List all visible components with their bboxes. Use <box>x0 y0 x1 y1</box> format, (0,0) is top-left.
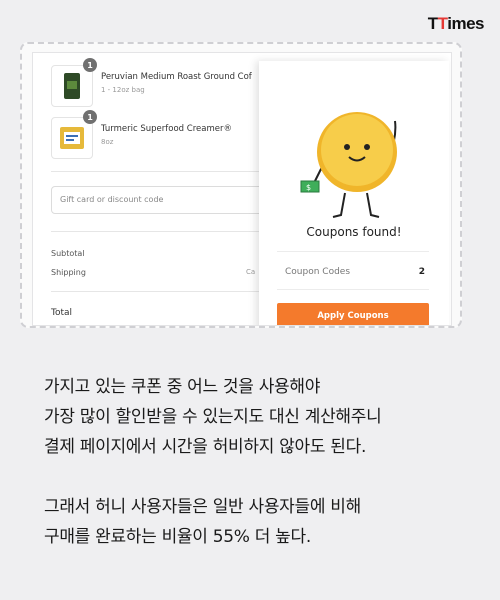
total-label: Total <box>51 308 73 318</box>
coupon-popup: $ Coupons found! Coupon Codes 2 Apply Co… <box>259 61 449 325</box>
coupons-found-title: Coupons found! <box>306 225 402 239</box>
item-name: Turmeric Superfood Creamer® <box>101 124 232 134</box>
coupon-codes-count: 2 <box>418 267 425 277</box>
quantity-badge: 1 <box>83 110 97 124</box>
caption-line: 그래서 허니 사용자들은 일반 사용자들에 비해 <box>44 497 361 517</box>
item-name: Peruvian Medium Roast Ground Cof <box>101 72 252 82</box>
subtotal-label: Subtotal <box>51 249 85 258</box>
order-summary: 1 Peruvian Medium Roast Ground Cof 1 - 1… <box>32 52 452 326</box>
divider <box>277 251 429 252</box>
item-variant: 1 - 12oz bag <box>101 86 145 94</box>
divider <box>277 289 429 290</box>
coffee-bag-icon <box>64 73 80 99</box>
logo-letter-1: T <box>427 14 438 33</box>
coupon-codes-label: Coupon Codes <box>285 267 351 277</box>
apply-coupons-button[interactable]: Apply Coupons <box>277 303 429 325</box>
caption-line: 결제 페이지에서 시간을 허비하지 않아도 된다. <box>44 437 367 457</box>
logo-letter-2: T <box>437 14 448 33</box>
coin-mascot-icon: $ <box>300 112 397 218</box>
caption-text: 가지고 있는 쿠폰 중 어느 것을 사용해야 가장 많이 할인받을 수 있는지도… <box>44 372 382 552</box>
caption-line: 구매를 완료하는 비율이 55% 더 높다. <box>44 527 311 547</box>
caption-line: 가장 많이 할인받을 수 있는지도 대신 계산해주니 <box>44 407 382 427</box>
checkout-screenshot: 1 Peruvian Medium Roast Ground Cof 1 - 1… <box>20 42 462 328</box>
ttimes-logo: TTimes <box>427 14 485 34</box>
item-variant: 8oz <box>101 138 114 146</box>
caption-line: 가지고 있는 쿠폰 중 어느 것을 사용해야 <box>44 377 321 397</box>
logo-letter-rest: imes <box>447 14 484 33</box>
creamer-pouch-icon <box>60 127 84 149</box>
shipping-label: Shipping <box>51 268 86 277</box>
shipping-value: Ca <box>246 268 256 276</box>
svg-text:$: $ <box>306 183 311 192</box>
quantity-badge: 1 <box>83 58 97 72</box>
discount-code-input[interactable]: Gift card or discount code <box>51 186 291 214</box>
